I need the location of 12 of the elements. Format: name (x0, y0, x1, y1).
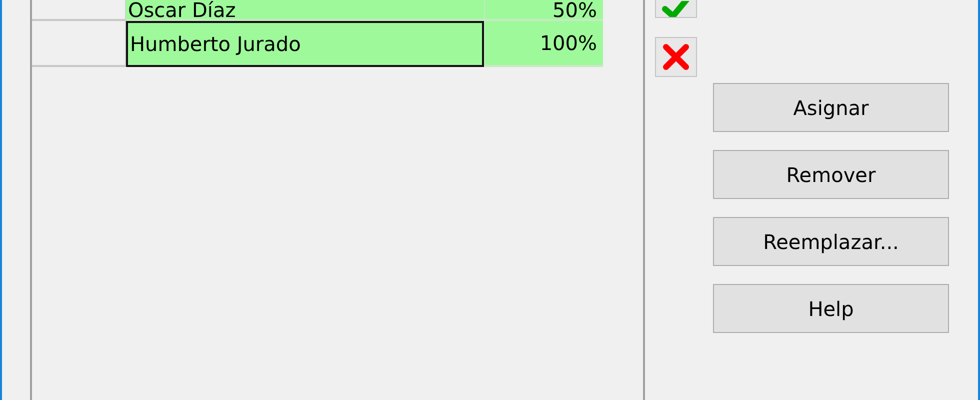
percent-cell: 100% (484, 21, 603, 67)
dialog-button[interactable]: Asignar (713, 83, 949, 132)
dialog-button[interactable]: Reemplazar... (713, 217, 949, 266)
dialog-button[interactable]: Help (713, 284, 949, 333)
cross-icon[interactable] (655, 37, 697, 77)
dialog-button[interactable]: Remover (713, 150, 949, 199)
percent-cell: 50% (484, 0, 603, 21)
row-header[interactable] (32, 21, 126, 67)
check-icon[interactable] (655, 0, 697, 18)
name-cell[interactable]: Oscar Díaz (126, 0, 484, 21)
row-header[interactable] (32, 0, 126, 21)
name-cell[interactable]: Humberto Jurado (126, 21, 484, 67)
